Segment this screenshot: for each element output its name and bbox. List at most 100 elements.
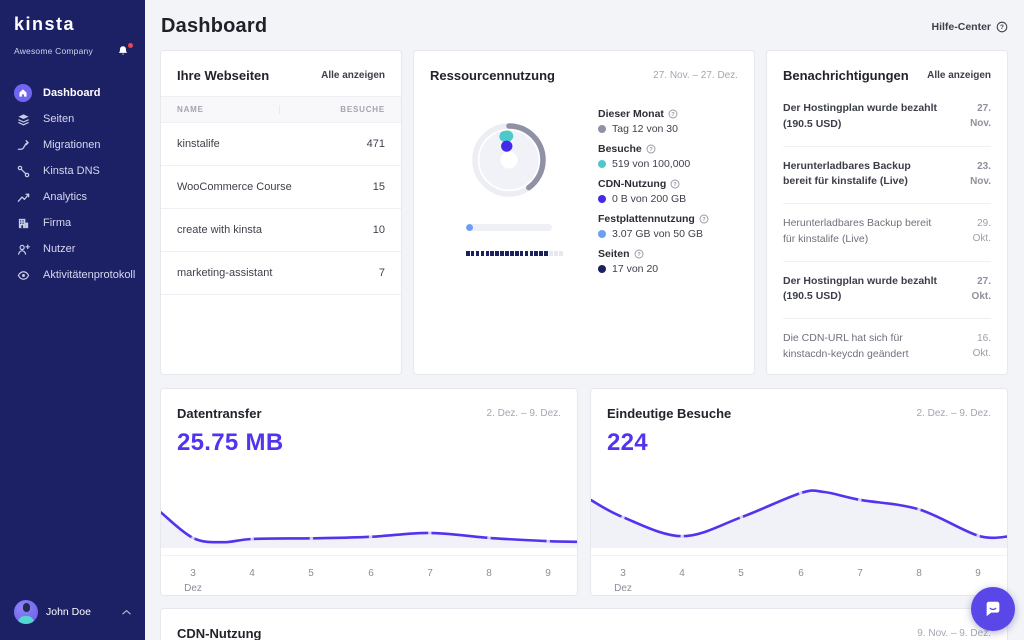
notification-item[interactable]: Der Hostingplan wurde bezahlt (190.5 USD… [783,89,991,147]
question-circle-icon[interactable]: ? [670,179,680,189]
sidebar-item-dashboard[interactable]: Dashboard [0,80,145,106]
sidebar-item-label: Kinsta DNS [43,165,100,177]
sidebar-item-seiten[interactable]: Seiten [0,106,145,132]
notification-text: Der Hostingplan wurde bezahlt (190.5 USD… [783,101,939,133]
notification-date: 29.Okt. [973,216,991,248]
notifications-card: Benachrichtigungen Alle anzeigen Der Hos… [766,50,1008,375]
card-title: Ihre Webseiten [177,68,269,83]
topbar: Dashboard Hilfe-Center ? [145,0,1024,50]
site-visits: 15 [373,181,385,193]
site-name: WooCommerce Course [177,181,292,193]
sidebar-item-nutzer[interactable]: Nutzer [0,236,145,262]
x-tick: 7 [857,563,863,581]
notification-item[interactable]: Herunterladbares Backup bereit für kinst… [783,147,991,205]
show-all-link[interactable]: Alle anzeigen [927,70,991,81]
x-tick: 6 [798,563,804,581]
chat-bubble-icon [983,599,1003,619]
user-menu[interactable]: John Doe [0,588,145,640]
dns-network-icon [14,162,32,180]
legend-value: 519 von 100,000 [612,158,690,170]
card-title: Benachrichtigungen [783,68,909,83]
table-row[interactable]: marketing-assistant 7 [161,252,401,295]
column-name: Name [177,105,204,114]
x-tick: 5 [738,563,744,581]
site-name: create with kinsta [177,224,262,236]
table-row[interactable]: create with kinsta 10 [161,209,401,252]
show-all-link[interactable]: Alle anzeigen [321,70,385,81]
x-axis: 3Dez 4 5 6 7 8 9 [161,555,578,595]
sidebar-item-firma[interactable]: Firma [0,210,145,236]
x-tick: 6 [368,563,374,581]
table-row[interactable]: kinstalife 471 [161,123,401,166]
x-tick: 8 [916,563,922,581]
resources-card: Ressourcennutzung 27. Nov. – 27. Dez. [413,50,755,375]
legend-dot [598,125,606,133]
svg-text:?: ? [637,252,641,258]
main-content: Dashboard Hilfe-Center ? Ihre Webseiten … [145,0,1024,640]
legend-dot [598,230,606,238]
notification-date: 23.Nov. [970,159,991,191]
add-user-icon [14,240,32,258]
legend-label: Besuche [598,143,642,155]
legend-value: Tag 12 von 30 [612,123,678,135]
notification-date: 27.Okt. [972,274,991,306]
notification-item[interactable]: Der Hostingplan wurde bezahlt (190.5 USD… [783,262,991,320]
stack-icon [14,110,32,128]
legend-value: 17 von 20 [612,263,658,275]
x-tick: 8 [486,563,492,581]
sidebar-item-label: Dashboard [43,87,100,99]
notification-item[interactable]: Die CDN-URL hat sich für kinstacdn-keycd… [783,319,991,376]
disk-usage-bar [466,224,552,231]
svg-text:?: ? [1000,24,1004,31]
table-row[interactable]: WooCommerce Course 15 [161,166,401,209]
chat-launcher-button[interactable] [971,587,1015,631]
data-transfer-line-chart [161,388,578,550]
legend-label: Festplattennutzung [598,213,695,225]
sidebar-item-migrationen[interactable]: Migrationen [0,132,145,158]
table-header: Name Besuche [161,96,401,123]
legend-dot [598,265,606,273]
column-visits: Besuche [279,105,385,114]
help-center-link[interactable]: Hilfe-Center ? [931,21,1008,33]
notification-item[interactable]: Herunterladbares Backup bereit für kinst… [783,204,991,262]
eye-icon [14,266,32,284]
alert-dot [128,43,133,48]
site-visits: 471 [367,138,385,150]
question-circle-icon[interactable]: ? [668,109,678,119]
notification-text: Die CDN-URL hat sich für kinstacdn-keycd… [783,331,939,363]
notification-text: Herunterladbares Backup bereit für kinst… [783,216,939,248]
resource-gauges [430,106,588,283]
legend-value: 0 B von 200 GB [612,193,686,205]
notification-text: Herunterladbares Backup bereit für kinst… [783,159,939,191]
usage-donut-chart [467,118,551,202]
question-circle-icon[interactable]: ? [634,249,644,259]
question-circle-icon[interactable]: ? [699,214,709,224]
legend-label: Seiten [598,248,630,260]
building-icon [14,214,32,232]
question-circle-icon[interactable]: ? [646,144,656,154]
legend-label: CDN-Nutzung [598,178,666,190]
legend-item: Dieser Monat? Tag 12 von 30 [598,108,738,135]
sidebar-item-kinsta-dns[interactable]: Kinsta DNS [0,158,145,184]
notification-date: 27.Nov. [970,101,991,133]
sidebar-item-aktivitaetenprotokoll[interactable]: Aktivitätenprotokoll [0,262,145,288]
migration-arrow-icon [14,136,32,154]
data-transfer-card: Datentransfer 2. Dez. – 9. Dez. 25.75 MB… [160,388,578,596]
date-range: 9. Nov. – 9. Dez. [917,628,991,639]
site-visits: 7 [379,267,385,279]
notifications-bell-icon[interactable] [117,44,131,58]
legend-dot [598,195,606,203]
notification-text: Der Hostingplan wurde bezahlt (190.5 USD… [783,274,939,306]
legend-item: CDN-Nutzung? 0 B von 200 GB [598,178,738,205]
x-axis: 3Dez 4 5 6 7 8 9 [591,555,1008,595]
x-tick: 7 [427,563,433,581]
avatar [14,600,38,624]
x-tick: 9 [545,563,551,581]
analytics-chart-icon [14,188,32,206]
sidebar-item-analytics[interactable]: Analytics [0,184,145,210]
sidebar-item-label: Aktivitätenprotokoll [43,269,135,281]
svg-text:?: ? [673,182,677,188]
kinsta-logo: Kinsta [14,14,131,35]
legend-label: Dieser Monat [598,108,664,120]
legend-item: Besuche? 519 von 100,000 [598,143,738,170]
